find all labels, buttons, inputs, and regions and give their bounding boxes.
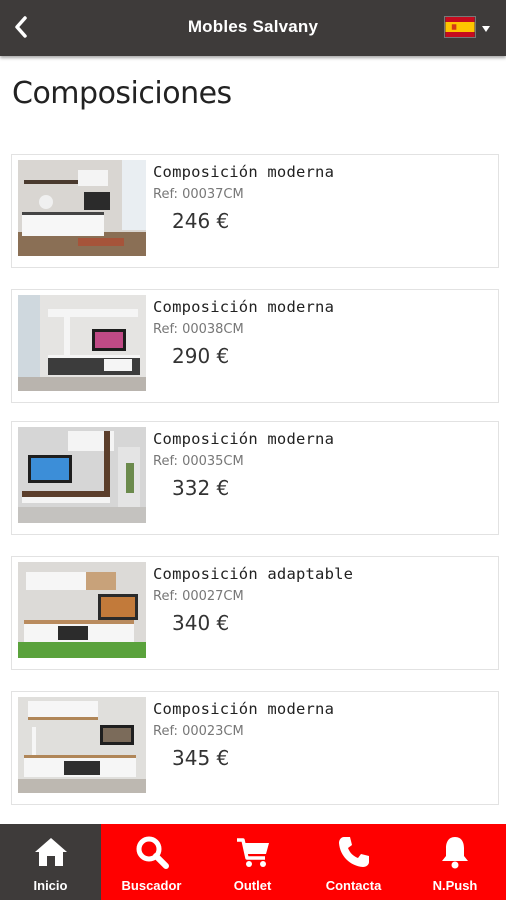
app-title: Mobles Salvany [187,17,319,36]
product-name: Composición moderna [153,163,335,181]
bell-icon [442,837,468,869]
product-image [18,697,146,793]
product-ref: Ref: 00038CM [153,322,244,337]
product-name: Composición moderna [153,298,335,316]
spain-flag-icon [444,16,476,38]
product-name: Composición moderna [153,700,335,718]
product-name: Composición adaptable [153,565,354,583]
cart-icon [236,838,269,867]
tab-buscador[interactable]: Buscador [101,824,202,900]
product-card[interactable]: Composición moderna Ref: 00035CM 332 € [11,421,499,535]
product-ref: Ref: 00023CM [153,724,244,739]
product-card[interactable]: Composición adaptable Ref: 00027CM 340 € [11,556,499,670]
product-image [18,427,146,523]
top-app-bar: Mobles Salvany [0,0,506,56]
search-icon [136,836,169,869]
home-icon [34,838,67,866]
tab-label: Contacta [325,878,382,893]
tab-label: Buscador [121,878,182,893]
product-image [18,562,146,658]
tab-label: N.Push [432,878,478,893]
page-title: Composiciones [12,76,232,111]
product-price: 246 € [172,209,230,233]
product-name: Composición moderna [153,430,335,448]
product-ref: Ref: 00037CM [153,187,244,202]
product-price: 290 € [172,344,230,368]
tab-outlet[interactable]: Outlet [202,824,303,900]
product-ref: Ref: 00035CM [153,454,244,469]
product-ref: Ref: 00027CM [153,589,244,604]
language-selector[interactable] [444,14,492,42]
tab-inicio[interactable]: Inicio [0,824,101,900]
tab-npush[interactable]: N.Push [404,824,506,900]
bottom-tab-bar: Inicio Buscador Outlet Contacta N.Push [0,824,506,900]
phone-icon [338,837,369,867]
product-card[interactable]: Composición moderna Ref: 00038CM 290 € [11,289,499,403]
product-card[interactable]: Composición moderna Ref: 00023CM 345 € [11,691,499,805]
product-image [18,295,146,391]
chevron-down-icon [482,26,490,32]
tab-contacta[interactable]: Contacta [303,824,404,900]
product-image [18,160,146,256]
product-price: 340 € [172,611,230,635]
product-price: 345 € [172,746,230,770]
product-card[interactable]: Composición moderna Ref: 00037CM 246 € [11,154,499,268]
tab-label: Inicio [33,878,68,893]
product-price: 332 € [172,476,230,500]
tab-label: Outlet [233,878,272,893]
